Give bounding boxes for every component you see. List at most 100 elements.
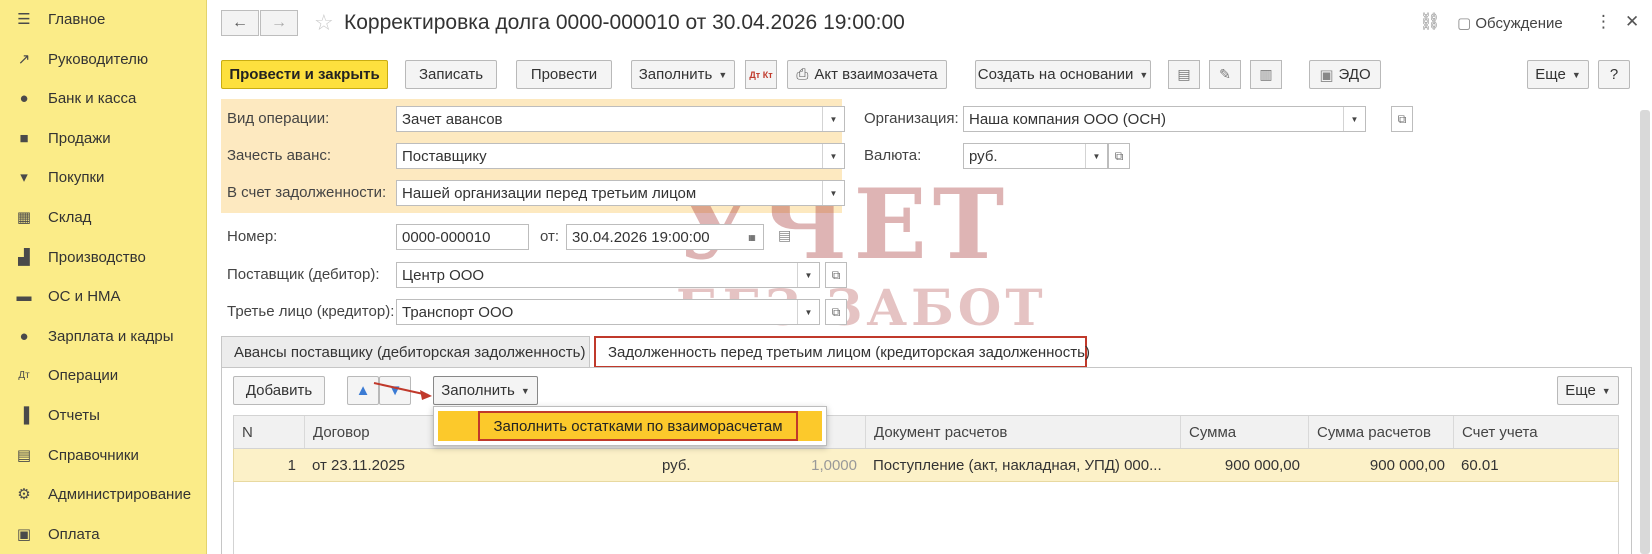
supplier-select[interactable]: Центр ООО ▼ bbox=[396, 262, 820, 288]
dt-kt-icon[interactable]: Дт Кт bbox=[745, 60, 777, 89]
arrow-right-icon: → bbox=[271, 14, 287, 31]
debt-select[interactable]: Нашей организации перед третьим лицом ▼ bbox=[396, 180, 845, 206]
panel-more-button[interactable]: Еще ▼ bbox=[1557, 376, 1619, 405]
date-label: от: bbox=[540, 228, 560, 245]
sidebar-item-purchases[interactable]: ▾ Покупки bbox=[0, 158, 207, 196]
table-row[interactable]: 1 от 23.11.2025 руб. 1,0000 Поступление … bbox=[233, 449, 1619, 482]
chevron-down-icon[interactable]: ▼ bbox=[822, 144, 844, 168]
discussion-button[interactable]: ▢ Обсуждение bbox=[1457, 14, 1563, 32]
coin-icon: ● bbox=[19, 89, 29, 107]
sidebar-item-label: Администрирование bbox=[48, 485, 192, 503]
warehouse-icon: ▦ bbox=[16, 209, 32, 226]
chevron-down-icon: ▼ bbox=[1139, 69, 1149, 80]
chat-icon: ▢ bbox=[1457, 15, 1472, 32]
fill-label: Заполнить bbox=[638, 66, 713, 83]
sidebar-item-label: Банк и касса bbox=[48, 89, 137, 107]
cell-n: 1 bbox=[287, 456, 296, 474]
chevron-down-icon[interactable]: ▼ bbox=[1343, 107, 1365, 131]
sidebar-item-manager[interactable]: ↗ Руководителю bbox=[0, 40, 207, 78]
attachment-icon[interactable]: ✎ bbox=[1209, 60, 1241, 89]
open-currency-icon[interactable]: ⧉ bbox=[1108, 143, 1130, 169]
sidebar-item-payment[interactable]: ▣ Оплата bbox=[0, 515, 207, 553]
dt-kt-icon: Дт bbox=[18, 369, 30, 381]
annotation-arrow bbox=[373, 382, 432, 400]
calendar-icon[interactable]: ▦ bbox=[741, 225, 763, 249]
sidebar-item-label: Операции bbox=[48, 366, 119, 384]
open-organization-icon[interactable]: ⧉ bbox=[1391, 106, 1413, 132]
currency-select[interactable]: руб. ▼ bbox=[963, 143, 1108, 169]
chevron-down-icon[interactable]: ▼ bbox=[822, 181, 844, 205]
edo-button[interactable]: ▣ ЭДО bbox=[1309, 60, 1381, 89]
shopping-bag-icon: ■ bbox=[19, 129, 29, 147]
chevron-down-icon[interactable]: ▼ bbox=[822, 107, 844, 131]
more-vertical-icon[interactable]: ⋮ bbox=[1595, 12, 1612, 32]
sidebar-item-directories[interactable]: ▤ Справочники bbox=[0, 436, 207, 474]
operation-type-label: Вид операции: bbox=[227, 110, 330, 127]
netting-act-label: Акт взаимозачета bbox=[814, 66, 938, 83]
sidebar-item-bank[interactable]: ● Банк и касса bbox=[0, 79, 207, 117]
person-icon: ● bbox=[19, 327, 29, 345]
cell-contract: от 23.11.2025 bbox=[312, 456, 406, 474]
open-third-party-icon[interactable]: ⧉ bbox=[825, 299, 847, 325]
comment-icon[interactable]: ▤ bbox=[778, 227, 791, 244]
cart-icon: ▾ bbox=[20, 169, 28, 186]
chevron-down-icon[interactable]: ▼ bbox=[1085, 144, 1107, 168]
sidebar-item-operations[interactable]: Дт Операции bbox=[0, 356, 207, 394]
sidebar-item-sales[interactable]: ■ Продажи bbox=[0, 119, 207, 157]
open-supplier-icon[interactable]: ⧉ bbox=[825, 262, 847, 288]
sidebar-item-reports[interactable]: ▐ Отчеты bbox=[0, 396, 207, 434]
third-party-select[interactable]: Транспорт ООО ▼ bbox=[396, 299, 820, 325]
chevron-down-icon[interactable]: ▼ bbox=[797, 300, 819, 324]
column-header-n[interactable]: N bbox=[234, 416, 304, 448]
column-header-settlement-sum[interactable]: Сумма расчетов bbox=[1308, 416, 1453, 448]
sidebar-item-main[interactable]: ☰ Главное bbox=[0, 0, 207, 38]
discussion-label: Обсуждение bbox=[1475, 15, 1563, 32]
chevron-down-icon[interactable]: ▼ bbox=[797, 263, 819, 287]
back-button[interactable]: ← bbox=[221, 10, 259, 36]
fill-button[interactable]: Заполнить ▼ bbox=[631, 60, 735, 89]
menu-item-fill-balances[interactable]: Заполнить остатками по взаиморасчетам bbox=[438, 411, 822, 441]
chevron-down-icon: ▼ bbox=[1601, 385, 1611, 396]
column-header-account[interactable]: Счет учета bbox=[1453, 416, 1619, 448]
date-input[interactable]: 30.04.2026 19:00:00 ▦ bbox=[566, 224, 764, 250]
close-icon[interactable]: ✕ bbox=[1625, 12, 1639, 32]
debt-label: В счет задолженности: bbox=[227, 184, 387, 201]
fill-dropdown-menu: Заполнить остатками по взаиморасчетам bbox=[433, 406, 827, 446]
column-header-document[interactable]: Документ расчетов bbox=[865, 416, 1180, 448]
sidebar-item-label: Руководителю bbox=[48, 50, 149, 68]
link-icon[interactable]: ⛓ bbox=[1419, 12, 1441, 32]
post-and-close-button[interactable]: Провести и закрыть bbox=[221, 60, 388, 89]
netting-act-button[interactable]: ⎙ Акт взаимозачета bbox=[787, 60, 947, 89]
printer-icon: ⎙ bbox=[796, 66, 809, 83]
sidebar-item-warehouse[interactable]: ▦ Склад bbox=[0, 198, 207, 236]
sidebar-item-production[interactable]: ▟ Производство bbox=[0, 238, 207, 276]
sidebar-item-fixed-assets[interactable]: ▬ ОС и НМА bbox=[0, 277, 207, 315]
help-button[interactable]: ? bbox=[1598, 60, 1630, 89]
vertical-scrollbar[interactable] bbox=[1640, 110, 1650, 554]
column-header-sum[interactable]: Сумма bbox=[1180, 416, 1308, 448]
organization-select[interactable]: Наша компания ООО (ОСН) ▼ bbox=[963, 106, 1366, 132]
post-button[interactable]: Провести bbox=[516, 60, 612, 89]
sidebar-item-salary[interactable]: ● Зарплата и кадры bbox=[0, 317, 207, 355]
offset-advance-select[interactable]: Поставщику ▼ bbox=[396, 143, 845, 169]
operation-type-select[interactable]: Зачет авансов ▼ bbox=[396, 106, 845, 132]
tab-advances-supplier[interactable]: Авансы поставщику (дебиторская задолженн… bbox=[221, 336, 590, 368]
title-bar: ← → ☆ Корректировка долга 0000-000010 от… bbox=[207, 0, 1652, 46]
number-input[interactable]: 0000-000010 bbox=[396, 224, 529, 250]
tab-third-party-debt[interactable]: Задолженность перед третьим лицом (креди… bbox=[594, 336, 1090, 368]
sidebar-item-admin[interactable]: ⚙ Администрирование bbox=[0, 475, 207, 513]
page-title: Корректировка долга 0000-000010 от 30.04… bbox=[344, 11, 905, 34]
panel-fill-label: Заполнить bbox=[441, 382, 515, 399]
save-button[interactable]: Записать bbox=[405, 60, 497, 89]
sidebar-item-label: Зарплата и кадры bbox=[48, 327, 174, 345]
cell-currency: руб. bbox=[662, 456, 691, 474]
more-button[interactable]: Еще ▼ bbox=[1527, 60, 1589, 89]
create-based-on-button[interactable]: Создать на основании ▼ bbox=[975, 60, 1151, 89]
structure-icon[interactable]: ▤ bbox=[1168, 60, 1200, 89]
calculator-icon[interactable]: ▥ bbox=[1250, 60, 1282, 89]
panel-fill-button[interactable]: Заполнить ▼ bbox=[433, 376, 538, 405]
forward-button[interactable]: → bbox=[260, 10, 298, 36]
add-row-button[interactable]: Добавить bbox=[233, 376, 325, 405]
sidebar-item-label: Оплата bbox=[48, 525, 100, 543]
star-icon[interactable]: ☆ bbox=[314, 10, 334, 36]
